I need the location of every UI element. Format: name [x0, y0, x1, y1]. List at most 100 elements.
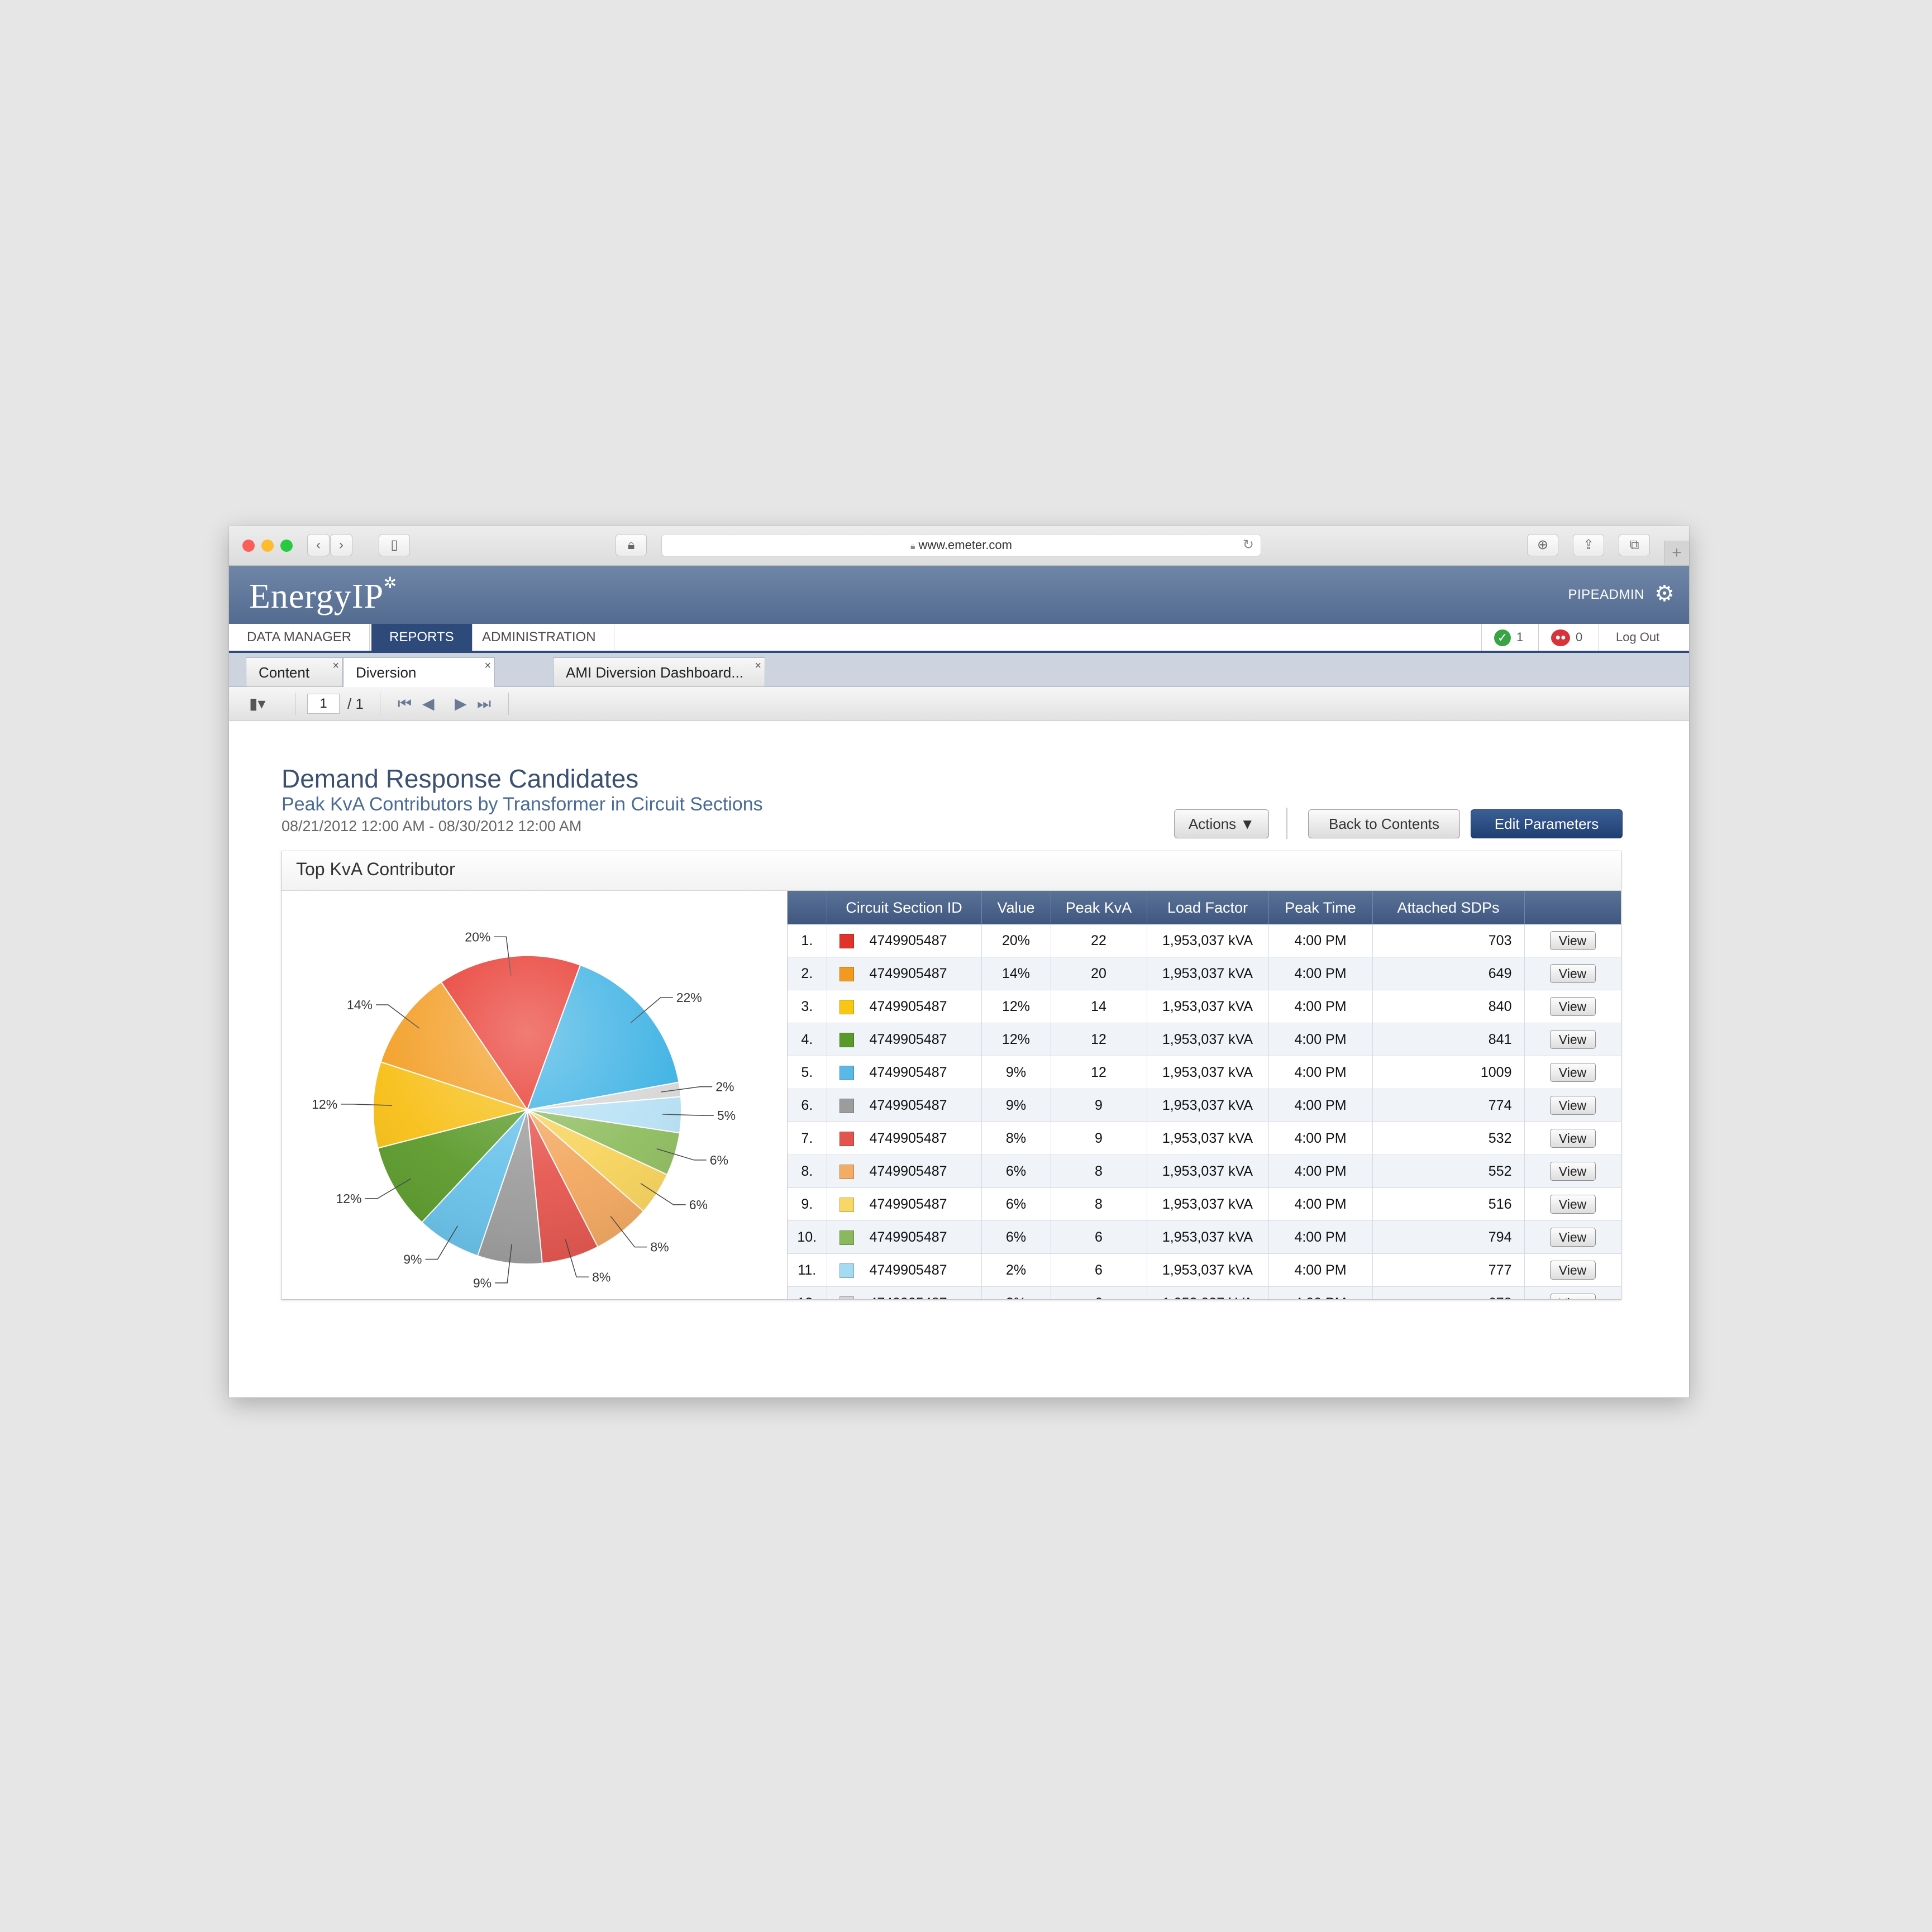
attached-sdps-cell: 841 — [1372, 1023, 1525, 1056]
view-button[interactable]: View — [1549, 1162, 1596, 1181]
peak-time-cell: 4:00 PM — [1268, 1187, 1373, 1221]
view-button[interactable]: View — [1549, 931, 1596, 950]
view-button[interactable]: View — [1549, 1129, 1596, 1148]
previous-page-icon[interactable]: ◀ — [422, 693, 435, 715]
table-row: 4. 4749905487 12% 12 1,953,037 kVA 4:00 PM 841… — [788, 1023, 1621, 1056]
back-to-contents-button[interactable]: Back to Contents — [1308, 809, 1460, 838]
close-window-button[interactable] — [242, 540, 255, 552]
circuit-id-text: 4749905487 — [869, 1163, 947, 1179]
circuit-section-id: 4749905487 — [827, 1253, 982, 1287]
view-cell: View — [1524, 1089, 1621, 1122]
col-header-peak-kva[interactable]: Peak KvA — [1051, 891, 1147, 924]
view-button[interactable]: View — [1549, 1261, 1596, 1280]
sidebar-icon[interactable]: ▯ — [379, 534, 410, 556]
browser-toolbar: ‹ › ▯ 🔒︎ 🔒︎ www.emeter.com ↻ ⊕ ⇪ ⧉ + — [229, 526, 1689, 566]
col-header-load-factor[interactable]: Load Factor — [1147, 891, 1269, 924]
reload-icon[interactable]: ↻ — [1243, 535, 1254, 556]
url-text: www.emeter.com — [918, 538, 1013, 552]
new-tab-icon[interactable]: + — [1664, 541, 1689, 565]
forward-icon[interactable]: › — [330, 534, 352, 556]
next-page-icon[interactable]: ▶ — [455, 693, 467, 715]
minimize-window-button[interactable] — [261, 540, 274, 552]
peak-kva-cell: 6 — [1051, 1286, 1147, 1299]
nav-data-manager[interactable]: DATA MANAGER — [229, 624, 370, 651]
peak-kva-cell: 22 — [1051, 924, 1147, 957]
col-header-index — [788, 891, 827, 924]
checkmark-icon: ✓ — [1494, 629, 1511, 647]
attached-sdps-cell: 649 — [1372, 957, 1525, 990]
page-total: / 1 — [347, 695, 364, 712]
view-cell: View — [1524, 1187, 1621, 1221]
peak-time-cell: 4:00 PM — [1268, 990, 1373, 1023]
tab-ami-diversion-dashboard[interactable]: AMI Diversion Dashboard... × — [553, 657, 765, 686]
view-button[interactable]: View — [1549, 1096, 1596, 1115]
logout-link[interactable]: Log Out — [1599, 624, 1689, 651]
load-factor-cell: 1,953,037 kVA — [1147, 1155, 1269, 1188]
view-button[interactable]: View — [1549, 1228, 1596, 1247]
share-icon[interactable]: ⇪ — [1573, 534, 1604, 556]
peak-time-cell: 4:00 PM — [1268, 1122, 1373, 1155]
peak-time-cell: 4:00 PM — [1268, 1155, 1373, 1188]
attached-sdps-cell: 774 — [1372, 1089, 1525, 1122]
circuit-section-id: 4749905487 — [827, 924, 982, 957]
first-page-icon[interactable]: ⏮ — [398, 693, 412, 715]
view-button[interactable]: View — [1549, 1063, 1596, 1082]
nav-administration[interactable]: ADMINISTRATION — [464, 624, 614, 651]
download-icon[interactable]: ⊕ — [1527, 534, 1558, 556]
status-alerts[interactable]: ●● 0 — [1538, 624, 1599, 651]
status-ok[interactable]: ✓ 1 — [1481, 624, 1538, 651]
value-cell: 6% — [981, 1187, 1051, 1221]
page-number-input[interactable]: 1 — [307, 694, 340, 714]
peak-time-cell: 4:00 PM — [1268, 1023, 1373, 1056]
peak-kva-cell: 12 — [1051, 1056, 1147, 1089]
tab-diversion-dashboard[interactable]: Diversion Dashboard...× — [343, 657, 495, 710]
close-tab-icon[interactable]: × — [484, 651, 491, 680]
row-index: 1. — [788, 924, 827, 957]
view-button[interactable]: View — [1549, 997, 1596, 1016]
edit-parameters-button[interactable]: Edit Parameters — [1471, 809, 1623, 838]
peak-kva-cell: 9 — [1051, 1089, 1147, 1122]
col-header-attached-sdps[interactable]: Attached SDPs — [1372, 891, 1525, 924]
back-icon[interactable]: ‹ — [307, 534, 330, 556]
load-factor-cell: 1,953,037 kVA — [1147, 1122, 1269, 1155]
export-menu-icon[interactable]: ▮▾ — [249, 693, 265, 715]
url-bar[interactable]: 🔒︎ www.emeter.com ↻ — [661, 534, 1261, 556]
row-index: 10. — [788, 1220, 827, 1254]
peak-kva-cell: 8 — [1051, 1155, 1147, 1188]
view-button[interactable]: View — [1549, 1195, 1596, 1214]
tabs-icon[interactable]: ⧉ — [1619, 534, 1650, 556]
username[interactable]: PIPEADMIN — [1568, 587, 1644, 603]
attached-sdps-cell: 516 — [1372, 1187, 1525, 1221]
close-tab-icon[interactable]: × — [755, 651, 761, 680]
nav-reports[interactable]: REPORTS — [371, 624, 473, 651]
report-date-range: 08/21/2012 12:00 AM - 08/30/2012 12:00 A… — [282, 818, 582, 834]
color-swatch — [839, 1065, 854, 1080]
close-tab-icon[interactable]: × — [332, 651, 339, 680]
circuit-id-text: 4749905487 — [869, 1262, 947, 1278]
energyip-logo: EnergyIP ✲ — [249, 575, 398, 616]
sun-icon: ✲ — [383, 575, 398, 592]
last-page-icon[interactable]: ⏭ — [477, 693, 491, 715]
color-swatch — [839, 999, 854, 1014]
lock-icon[interactable]: 🔒︎ — [616, 534, 647, 556]
value-cell: 6% — [981, 1220, 1051, 1254]
circuit-section-id: 4749905487 — [827, 1155, 982, 1188]
load-factor-cell: 1,953,037 kVA — [1147, 957, 1269, 990]
col-header-circuit-section-id[interactable]: Circuit Section ID — [827, 891, 982, 924]
attached-sdps-cell: 1009 — [1372, 1056, 1525, 1089]
zoom-window-button[interactable] — [280, 540, 293, 552]
circuit-id-text: 4749905487 — [869, 1064, 947, 1080]
circuit-id-text: 4749905487 — [869, 1229, 947, 1245]
view-cell: View — [1524, 924, 1621, 957]
view-button[interactable]: View — [1549, 964, 1596, 983]
col-header-peak-time[interactable]: Peak Time — [1268, 891, 1373, 924]
col-header-value[interactable]: Value — [981, 891, 1051, 924]
tab-content[interactable]: Content × — [246, 657, 343, 686]
view-button[interactable]: View — [1549, 1294, 1596, 1299]
actions-dropdown[interactable]: Actions ▼ — [1174, 809, 1269, 838]
view-cell: View — [1524, 1023, 1621, 1056]
peak-time-cell: 4:00 PM — [1268, 957, 1373, 990]
view-button[interactable]: View — [1549, 1030, 1596, 1049]
gear-icon[interactable]: ⚙ — [1654, 581, 1675, 606]
circuit-section-id: 4749905487 — [827, 1187, 982, 1221]
